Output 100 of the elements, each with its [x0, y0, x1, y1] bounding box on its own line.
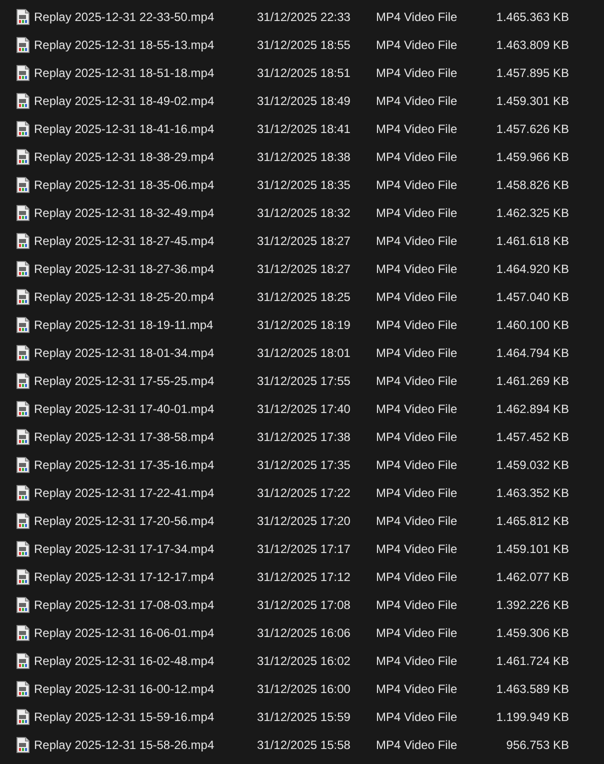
video-file-icon — [16, 345, 30, 361]
date-modified: 31/12/2025 17:22 — [257, 486, 352, 500]
file-name[interactable]: Replay 2025-12-31 22-33-50.mp4 — [32, 10, 257, 24]
file-size: 1.463.589 KB — [496, 682, 569, 696]
file-size: 1.461.724 KB — [496, 654, 569, 668]
date-modified: 31/12/2025 18:19 — [257, 318, 352, 332]
file-name[interactable]: Replay 2025-12-31 18-35-06.mp4 — [32, 178, 257, 192]
file-type: MP4 Video File — [376, 570, 458, 584]
file-type: MP4 Video File — [376, 402, 458, 416]
video-file-icon — [16, 205, 30, 221]
file-name[interactable]: Replay 2025-12-31 18-27-45.mp4 — [32, 234, 257, 248]
file-name[interactable]: Replay 2025-12-31 18-41-16.mp4 — [32, 122, 257, 136]
file-size: 1.457.626 KB — [496, 122, 569, 136]
file-size: 1.460.100 KB — [496, 318, 569, 332]
file-type: MP4 Video File — [376, 374, 458, 388]
file-type: MP4 Video File — [376, 738, 458, 752]
date-modified: 31/12/2025 18:49 — [257, 94, 352, 108]
date-modified: 31/12/2025 17:12 — [257, 570, 352, 584]
date-modified: 31/12/2025 18:25 — [257, 290, 352, 304]
file-size: 1.461.618 KB — [496, 234, 569, 248]
file-name[interactable]: Replay 2025-12-31 18-49-02.mp4 — [32, 94, 257, 108]
file-name[interactable]: Replay 2025-12-31 17-17-34.mp4 — [32, 542, 257, 556]
file-name[interactable]: Replay 2025-12-31 18-32-49.mp4 — [32, 206, 257, 220]
file-size: 1.464.794 KB — [496, 346, 569, 360]
file-size: 1.462.894 KB — [496, 402, 569, 416]
file-name[interactable]: Replay 2025-12-31 18-55-13.mp4 — [32, 38, 257, 52]
video-file-icon — [16, 429, 30, 445]
file-size: 1.457.895 KB — [496, 66, 569, 80]
file-name[interactable]: Replay 2025-12-31 18-01-34.mp4 — [32, 346, 257, 360]
file-name[interactable]: Replay 2025-12-31 17-22-41.mp4 — [32, 486, 257, 500]
file-type: MP4 Video File — [376, 626, 458, 640]
file-size: 1.459.306 KB — [496, 626, 569, 640]
file-size: 1.463.809 KB — [496, 38, 569, 52]
file-size: 1.463.352 KB — [496, 486, 569, 500]
video-file-icon — [16, 457, 30, 473]
file-size: 1.457.040 KB — [496, 290, 569, 304]
video-file-icon — [16, 37, 30, 53]
file-name[interactable]: Replay 2025-12-31 17-55-25.mp4 — [32, 374, 257, 388]
video-file-icon — [16, 261, 30, 277]
file-type: MP4 Video File — [376, 598, 458, 612]
file-name[interactable]: Replay 2025-12-31 16-02-48.mp4 — [32, 654, 257, 668]
video-file-icon — [16, 65, 30, 81]
date-modified: 31/12/2025 18:51 — [257, 66, 352, 80]
date-modified: 31/12/2025 18:41 — [257, 122, 352, 136]
file-size: 1.464.920 KB — [496, 262, 569, 276]
file-size: 1.459.032 KB — [496, 458, 569, 472]
video-file-icon — [16, 569, 30, 585]
file-name[interactable]: Replay 2025-12-31 16-00-12.mp4 — [32, 682, 257, 696]
video-file-icon — [16, 289, 30, 305]
file-name[interactable]: Replay 2025-12-31 17-08-03.mp4 — [32, 598, 257, 612]
video-file-icon — [16, 121, 30, 137]
video-file-icon — [16, 513, 30, 529]
video-file-icon — [16, 737, 30, 753]
date-modified: 31/12/2025 17:08 — [257, 598, 352, 612]
file-type: MP4 Video File — [376, 66, 458, 80]
video-file-icon — [16, 625, 30, 641]
file-name[interactable]: Replay 2025-12-31 18-19-11.mp4 — [32, 318, 257, 332]
file-name[interactable]: Replay 2025-12-31 17-35-16.mp4 — [32, 458, 257, 472]
file-name[interactable]: Replay 2025-12-31 15-59-16.mp4 — [32, 710, 257, 724]
date-modified: 31/12/2025 17:38 — [257, 430, 352, 444]
date-modified: 31/12/2025 17:35 — [257, 458, 352, 472]
date-modified: 31/12/2025 18:38 — [257, 150, 352, 164]
file-name[interactable]: Replay 2025-12-31 18-27-36.mp4 — [32, 262, 257, 276]
file-name[interactable]: Replay 2025-12-31 18-51-18.mp4 — [32, 66, 257, 80]
video-file-icon — [16, 653, 30, 669]
file-name[interactable]: Replay 2025-12-31 18-38-29.mp4 — [32, 150, 257, 164]
file-type: MP4 Video File — [376, 10, 458, 24]
file-size: 1.462.325 KB — [496, 206, 569, 220]
date-modified: 31/12/2025 18:27 — [257, 262, 352, 276]
file-size: 1.465.363 KB — [496, 10, 569, 24]
date-modified: 31/12/2025 18:35 — [257, 178, 352, 192]
file-name[interactable]: Replay 2025-12-31 18-25-20.mp4 — [32, 290, 257, 304]
file-type: MP4 Video File — [376, 654, 458, 668]
date-modified: 31/12/2025 17:17 — [257, 542, 352, 556]
file-type: MP4 Video File — [376, 290, 458, 304]
video-file-icon — [16, 541, 30, 557]
video-file-icon — [16, 373, 30, 389]
file-name[interactable]: Replay 2025-12-31 17-40-01.mp4 — [32, 402, 257, 416]
file-type: MP4 Video File — [376, 710, 458, 724]
file-size: 1.465.812 KB — [496, 514, 569, 528]
file-size: 956.753 KB — [505, 738, 569, 752]
date-modified: 31/12/2025 18:55 — [257, 38, 352, 52]
date-modified: 31/12/2025 18:27 — [257, 234, 352, 248]
file-size: 1.458.826 KB — [496, 178, 569, 192]
video-file-icon — [16, 149, 30, 165]
video-file-icon — [16, 401, 30, 417]
video-file-icon — [16, 681, 30, 697]
file-type: MP4 Video File — [376, 486, 458, 500]
date-modified: 31/12/2025 15:58 — [257, 738, 352, 752]
video-file-icon — [16, 233, 30, 249]
file-name[interactable]: Replay 2025-12-31 17-12-17.mp4 — [32, 570, 257, 584]
file-name[interactable]: Replay 2025-12-31 17-38-58.mp4 — [32, 430, 257, 444]
file-name[interactable]: Replay 2025-12-31 16-06-01.mp4 — [32, 626, 257, 640]
video-file-icon — [16, 9, 30, 25]
file-size: 1.459.301 KB — [496, 94, 569, 108]
video-file-icon — [16, 485, 30, 501]
file-type: MP4 Video File — [376, 122, 458, 136]
file-name[interactable]: Replay 2025-12-31 17-20-56.mp4 — [32, 514, 257, 528]
file-name[interactable]: Replay 2025-12-31 15-58-26.mp4 — [32, 738, 257, 752]
file-type: MP4 Video File — [376, 430, 458, 444]
